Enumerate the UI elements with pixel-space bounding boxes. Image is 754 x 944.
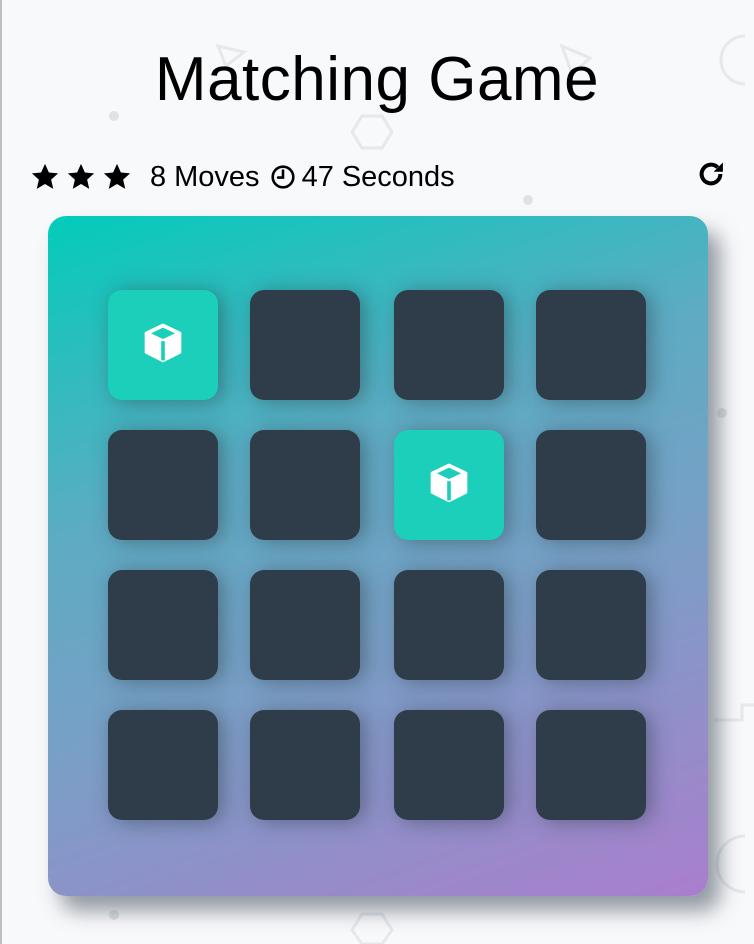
card[interactable] (250, 570, 360, 680)
moves-counter: 8 Moves (150, 161, 260, 194)
card-deck (48, 216, 708, 896)
card[interactable] (108, 710, 218, 820)
page-title: Matching Game (154, 45, 600, 114)
card[interactable] (536, 290, 646, 400)
score-panel: 8 Moves 47 Seconds (30, 157, 730, 197)
card[interactable] (108, 430, 218, 540)
star-icon (66, 162, 96, 192)
moves-label: Moves (174, 160, 260, 193)
card[interactable] (108, 570, 218, 680)
moves-count: 8 (150, 160, 167, 193)
card[interactable] (108, 290, 218, 400)
card[interactable] (394, 710, 504, 820)
card[interactable] (394, 290, 504, 400)
star-rating (30, 162, 132, 192)
timer: 47 Seconds (270, 161, 455, 194)
window-edge (0, 0, 2, 944)
card[interactable] (536, 430, 646, 540)
star-icon (30, 162, 60, 192)
card[interactable] (250, 290, 360, 400)
card[interactable] (250, 430, 360, 540)
seconds-count: 47 (301, 160, 334, 193)
cube-icon (427, 461, 471, 510)
seconds-label: Seconds (341, 160, 455, 193)
star-icon (102, 162, 132, 192)
repeat-icon (696, 162, 726, 196)
restart-button[interactable] (696, 159, 726, 197)
cube-icon (141, 321, 185, 370)
clock-icon (270, 164, 296, 190)
card[interactable] (394, 570, 504, 680)
card[interactable] (394, 430, 504, 540)
card[interactable] (536, 710, 646, 820)
card[interactable] (250, 710, 360, 820)
card[interactable] (536, 570, 646, 680)
